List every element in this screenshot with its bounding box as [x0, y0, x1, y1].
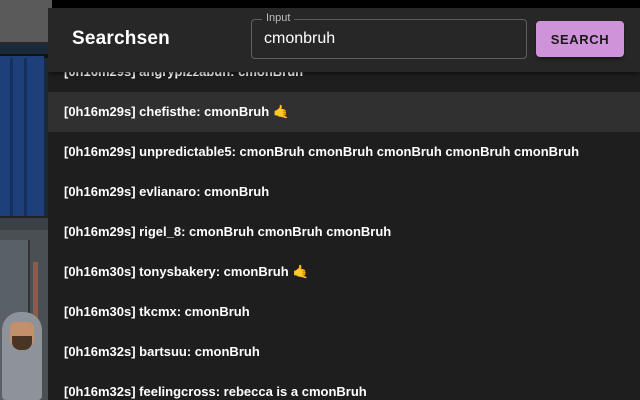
scene-character-beard — [12, 336, 32, 350]
search-field-label: Input — [262, 12, 295, 24]
call-me-hand-icon: 🤙 — [273, 105, 290, 120]
scene-window-stripe — [24, 58, 27, 216]
results-list[interactable]: [0h16m29s] angrypizzabun: cmonBruh[0h16m… — [48, 52, 640, 400]
searchsen-window: [0h16m29s] angrypizzabun: cmonBruh[0h16m… — [48, 8, 640, 400]
search-input[interactable] — [264, 28, 514, 50]
scene-window-stripe — [10, 58, 13, 216]
scene-top-bar — [0, 0, 52, 44]
result-row[interactable]: [0h16m32s] feelingcross: rebecca is a cm… — [48, 372, 640, 400]
result-text: [0h16m29s] rigel_8: cmonBruh cmonBruh cm… — [64, 224, 392, 239]
result-text: [0h16m29s] unpredictable5: cmonBruh cmon… — [64, 144, 580, 159]
result-text: [0h16m29s] chefisthe: cmonBruh — [64, 104, 270, 119]
background-game-scene — [0, 0, 52, 400]
result-row[interactable]: [0h16m29s] unpredictable5: cmonBruh cmon… — [48, 132, 640, 172]
search-field[interactable]: Input — [251, 12, 527, 59]
result-row[interactable]: [0h16m29s] evlianaro: cmonBruh — [48, 172, 640, 212]
result-text: [0h16m29s] evlianaro: cmonBruh — [64, 184, 270, 199]
app-title: Searchsen — [72, 28, 170, 49]
app-header: Searchsen Input SEARCH — [48, 8, 640, 72]
call-me-hand-icon: 🤙 — [292, 265, 309, 280]
result-text: [0h16m30s] tonysbakery: cmonBruh — [64, 264, 289, 279]
search-button[interactable]: SEARCH — [536, 21, 624, 57]
result-text: [0h16m30s] tkcmx: cmonBruh — [64, 304, 250, 319]
result-text: [0h16m32s] bartsuu: cmonBruh — [64, 344, 260, 359]
result-row[interactable]: [0h16m32s] bartsuu: cmonBruh — [48, 332, 640, 372]
result-row[interactable]: [0h16m29s] rigel_8: cmonBruh cmonBruh cm… — [48, 212, 640, 252]
scene-window — [0, 56, 44, 216]
result-text: [0h16m32s] feelingcross: rebecca is a cm… — [64, 384, 367, 399]
scene-floor — [0, 216, 52, 230]
result-row[interactable]: [0h16m29s] chefisthe: cmonBruh 🤙 — [48, 92, 640, 132]
result-row[interactable]: [0h16m30s] tkcmx: cmonBruh — [48, 292, 640, 332]
result-row[interactable]: [0h16m30s] tonysbakery: cmonBruh 🤙 — [48, 252, 640, 292]
